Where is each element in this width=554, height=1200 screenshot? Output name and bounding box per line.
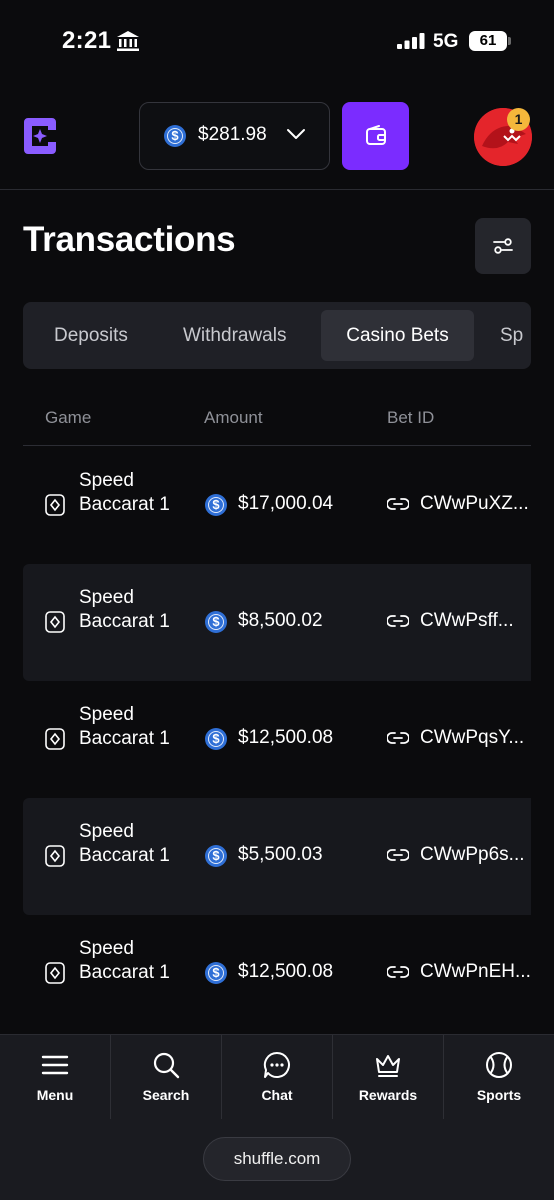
tennis-ball-icon <box>486 1052 512 1078</box>
menu-icon <box>41 1055 69 1075</box>
signal-icon <box>397 33 425 49</box>
nav-sports[interactable]: Sports <box>443 1035 554 1119</box>
shuffle-logo-icon[interactable] <box>22 116 58 156</box>
bet-id[interactable]: CWwPsff... <box>420 610 514 632</box>
wallet-button[interactable] <box>342 102 409 170</box>
nav-label: Chat <box>261 1087 293 1103</box>
nav-label: Rewards <box>358 1087 418 1103</box>
bet-id[interactable]: CWwPqsY... <box>420 727 524 749</box>
link-icon[interactable] <box>387 848 409 862</box>
sliders-icon <box>493 238 513 254</box>
tab-withdrawals[interactable]: Withdrawals <box>183 310 286 361</box>
bet-id[interactable]: CWwPp6s... <box>420 844 525 866</box>
table-row[interactable]: Speed Baccarat 1 $12,500.08 CWwPnEH... <box>23 915 531 1032</box>
nav-label: Search <box>142 1087 190 1103</box>
link-icon[interactable] <box>387 614 409 628</box>
status-bar: 2:21 5G 61 <box>0 0 554 84</box>
casino-game-icon <box>45 728 65 750</box>
tab-casino-bets[interactable]: Casino Bets <box>321 310 474 361</box>
casino-game-icon <box>45 962 65 984</box>
column-header-bet-id: Bet ID <box>387 408 435 427</box>
app-header: $281.98 <box>0 84 554 190</box>
bet-amount: $12,500.08 <box>238 727 334 748</box>
table-row[interactable]: Speed Baccarat 1 $17,000.04 CWwPuXZ... <box>23 447 531 564</box>
column-header-game: Game <box>45 408 92 427</box>
crown-icon <box>376 1055 400 1077</box>
network-type: 5G <box>433 31 459 52</box>
column-header-amount: Amount <box>204 408 263 427</box>
wallet-icon <box>365 125 386 145</box>
bet-amount: $12,500.08 <box>238 961 334 982</box>
bet-amount: $5,500.03 <box>238 844 323 865</box>
table-row[interactable]: Speed Baccarat 1 $5,500.03 CWwPp6s... <box>23 798 531 915</box>
chat-icon <box>263 1051 290 1078</box>
nav-rewards[interactable]: Rewards <box>332 1035 442 1119</box>
casino-game-icon <box>45 611 65 633</box>
usdc-coin-icon <box>205 845 227 867</box>
usdc-coin-icon <box>205 962 227 984</box>
usdc-coin-icon <box>205 611 227 633</box>
bet-amount: $17,000.04 <box>238 493 334 514</box>
casino-game-icon <box>45 494 65 516</box>
bank-icon <box>117 31 139 51</box>
usdc-coin-icon <box>164 125 186 147</box>
table-header: Game Amount Bet ID <box>23 396 531 446</box>
nav-label: Menu <box>36 1087 74 1103</box>
nav-label: Sports <box>476 1087 522 1103</box>
game-name: Speed Baccarat 1 <box>79 938 170 983</box>
link-icon[interactable] <box>387 731 409 745</box>
nav-menu[interactable]: Menu <box>0 1035 110 1119</box>
chevron-down-icon <box>287 129 305 139</box>
usdc-coin-icon <box>205 728 227 750</box>
nav-chat[interactable]: Chat <box>221 1035 331 1119</box>
tab-deposits[interactable]: Deposits <box>54 310 128 361</box>
bet-amount: $8,500.02 <box>238 610 323 631</box>
game-name: Speed Baccarat 1 <box>79 587 170 632</box>
link-icon[interactable] <box>387 965 409 979</box>
balance-amount: $281.98 <box>198 124 267 145</box>
search-icon <box>153 1052 180 1079</box>
notification-badge: 1 <box>507 108 530 131</box>
table-row[interactable]: Speed Baccarat 1 $12,500.08 CWwPqsY... <box>23 681 531 798</box>
bottom-nav: Menu Search Chat Rewards Sports shuffle.… <box>0 1034 554 1200</box>
filter-button[interactable] <box>475 218 531 274</box>
link-icon[interactable] <box>387 497 409 511</box>
browser-url-bar[interactable]: shuffle.com <box>203 1137 351 1181</box>
game-name: Speed Baccarat 1 <box>79 470 170 515</box>
nav-search[interactable]: Search <box>110 1035 220 1119</box>
usdc-coin-icon <box>205 494 227 516</box>
balance-selector[interactable]: $281.98 <box>139 102 330 170</box>
game-name: Speed Baccarat 1 <box>79 821 170 866</box>
game-name: Speed Baccarat 1 <box>79 704 170 749</box>
tab-sports[interactable]: Sp <box>500 310 523 361</box>
bet-id[interactable]: CWwPuXZ... <box>420 493 529 515</box>
battery-icon: 61 <box>469 31 507 51</box>
status-time: 2:21 <box>62 27 112 54</box>
bet-id[interactable]: CWwPnEH... <box>420 961 531 983</box>
casino-game-icon <box>45 845 65 867</box>
transaction-tabs: Deposits Withdrawals Casino Bets Sp <box>23 302 531 369</box>
table-row[interactable]: Speed Baccarat 1 $8,500.02 CWwPsff... <box>23 564 531 681</box>
battery-nub <box>508 37 511 45</box>
page-title: Transactions <box>23 220 236 259</box>
